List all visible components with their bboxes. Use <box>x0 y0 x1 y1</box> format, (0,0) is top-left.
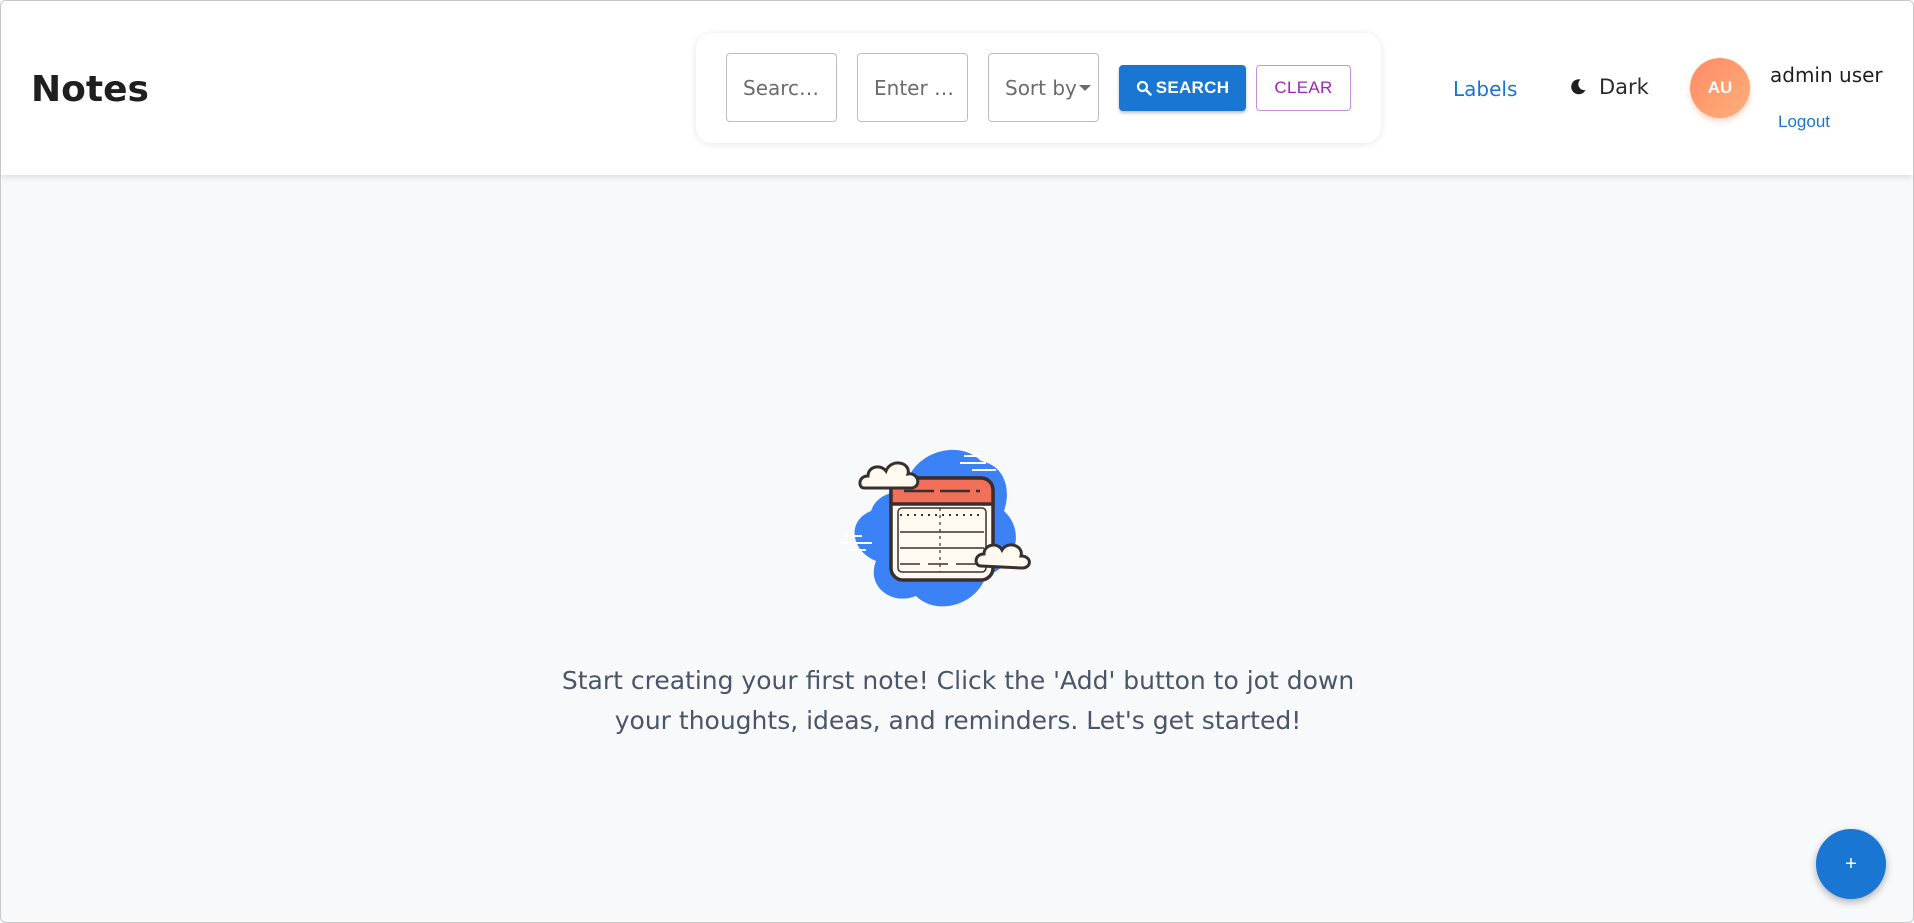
tag-input[interactable] <box>874 75 956 100</box>
add-note-button[interactable]: + <box>1816 829 1886 899</box>
theme-toggle-label: Dark <box>1599 75 1649 99</box>
search-toolbar: Sort by SEARCH CLEAR <box>696 33 1381 143</box>
sort-select[interactable]: Sort by <box>988 53 1099 122</box>
search-field[interactable] <box>726 53 837 122</box>
user-name: admin user <box>1770 63 1883 87</box>
search-button[interactable]: SEARCH <box>1119 65 1246 111</box>
dropdown-caret-icon <box>1078 84 1091 91</box>
labels-link[interactable]: Labels <box>1453 77 1517 101</box>
empty-state-message: Start creating your first note! Click th… <box>561 666 1355 735</box>
avatar[interactable]: AU <box>1690 58 1750 118</box>
app-title: Notes <box>31 69 149 110</box>
search-icon <box>1136 80 1152 96</box>
sort-select-label: Sort by <box>1005 75 1077 100</box>
add-note-button-label: + <box>1845 852 1857 875</box>
logout-link[interactable]: Logout <box>1778 112 1830 132</box>
avatar-initials: AU <box>1707 78 1733 97</box>
moon-icon <box>1571 79 1586 95</box>
theme-toggle[interactable]: Dark <box>1569 75 1649 99</box>
search-button-label: SEARCH <box>1155 78 1230 97</box>
notebook-cloud-illustration <box>840 449 1031 607</box>
tag-field[interactable] <box>857 53 968 122</box>
clear-button[interactable]: CLEAR <box>1256 65 1351 111</box>
clear-button-label: CLEAR <box>1274 78 1333 97</box>
top-app-bar: Notes Sort by SEARCH CLEAR <box>1 1 1913 175</box>
search-input[interactable] <box>743 75 825 100</box>
app-window: Notes Sort by SEARCH CLEAR <box>0 0 1914 923</box>
